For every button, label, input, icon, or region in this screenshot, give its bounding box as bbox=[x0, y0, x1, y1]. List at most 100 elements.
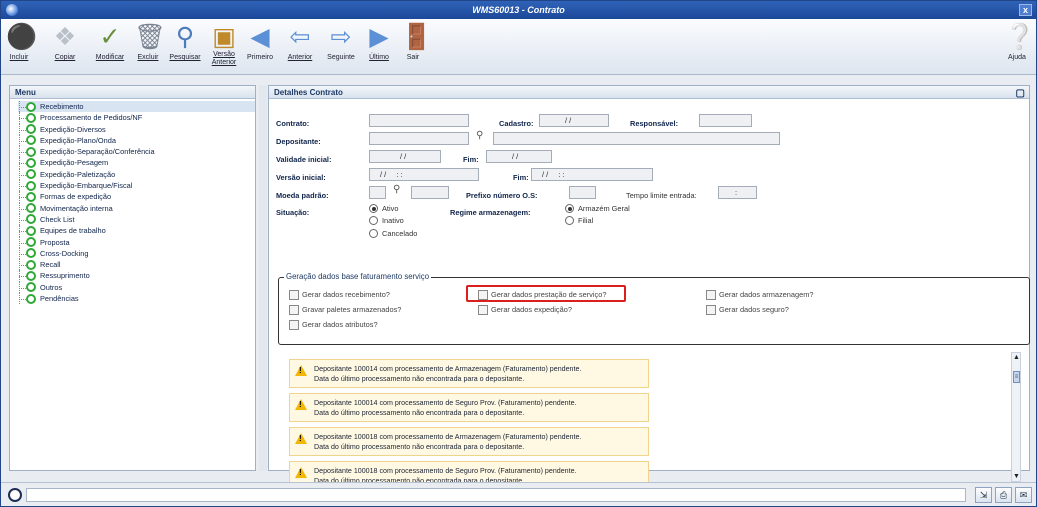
menu-panel: Menu Recebimento Processamento de Pedidos… bbox=[9, 85, 256, 471]
scroll-up-icon[interactable]: ▲ bbox=[1013, 354, 1020, 361]
first-icon: ◀ bbox=[250, 23, 270, 51]
message-list: Depositante 100014 com processamento de … bbox=[289, 359, 649, 485]
details-panel: Detalhes Contrato ▢ Contrato: Cadastro: … bbox=[268, 85, 1030, 485]
menu-item[interactable]: Proposta bbox=[18, 236, 255, 248]
validade-input[interactable]: / / bbox=[369, 150, 441, 163]
status-message-icon[interactable]: ✉ bbox=[1015, 487, 1032, 503]
tree-branch bbox=[19, 140, 26, 142]
status-circle-icon[interactable] bbox=[8, 488, 22, 502]
tempo-input[interactable]: : bbox=[718, 186, 757, 199]
menu-item-label: Proposta bbox=[40, 237, 70, 247]
menu-item[interactable]: Cross-Docking bbox=[18, 247, 255, 260]
menu-bullet-icon bbox=[26, 293, 36, 304]
moeda-lookup-icon[interactable]: ⚲ bbox=[393, 184, 400, 195]
menu-item[interactable]: Recebimento bbox=[18, 101, 255, 113]
title-bar: WMS60013 - Contrato x bbox=[1, 1, 1036, 19]
situacao-ativo-radio[interactable]: Ativo bbox=[369, 204, 398, 214]
menu-item[interactable]: Outros bbox=[18, 281, 255, 294]
previous-version-button[interactable]: ▣ Versão Anterior bbox=[208, 23, 240, 73]
previous-button[interactable]: ⇦ Anterior bbox=[283, 23, 317, 73]
search-button[interactable]: ⚲ Pesquisar bbox=[166, 23, 204, 73]
gravar-paletes-checkbox[interactable]: Gravar paletes armazenados? bbox=[289, 305, 401, 315]
depositante-code-input[interactable] bbox=[369, 132, 469, 145]
menu-bullet-icon bbox=[26, 237, 36, 248]
application-window: WMS60013 - Contrato x ⚫ Incluir ❖ Copiar… bbox=[0, 0, 1037, 507]
menu-item[interactable]: Movimentação interna bbox=[18, 202, 255, 214]
menu-bullet-icon bbox=[26, 124, 36, 135]
menu-item[interactable]: Expedição-Separação/Conferência bbox=[18, 146, 255, 158]
add-icon: ⚫ bbox=[6, 23, 38, 51]
menu-bullet-icon bbox=[26, 259, 36, 270]
moeda-code-input[interactable] bbox=[369, 186, 386, 199]
responsavel-input[interactable] bbox=[699, 114, 752, 127]
situacao-inativo-radio[interactable]: Inativo bbox=[369, 216, 404, 226]
gerar-seguro-checkbox[interactable]: Gerar dados seguro? bbox=[706, 305, 789, 315]
status-tool-icon[interactable]: ⇲ bbox=[975, 487, 992, 503]
status-print-icon[interactable]: ⎙ bbox=[995, 487, 1012, 503]
menu-item[interactable]: Expedição-Paletização bbox=[18, 168, 255, 181]
gerar-armazenagem-checkbox[interactable]: Gerar dados armazenagem? bbox=[706, 290, 814, 300]
moeda-desc-input[interactable] bbox=[411, 186, 449, 199]
help-button[interactable]: ❔ Ajuda bbox=[1004, 23, 1035, 73]
versao-label: Versão inicial: bbox=[276, 173, 326, 182]
versao-input[interactable]: / / : : bbox=[369, 168, 479, 181]
next-button[interactable]: ⇨ Seguinte bbox=[323, 23, 359, 73]
warning-message: Depositante 100014 com processamento de … bbox=[289, 393, 649, 422]
menu-item[interactable]: Expedição-Plano/Onda bbox=[18, 134, 255, 147]
menu-item[interactable]: Pendências bbox=[18, 293, 255, 305]
menu-title: Menu bbox=[15, 88, 36, 97]
depositante-name-input[interactable] bbox=[493, 132, 780, 145]
include-button[interactable]: ⚫ Incluir bbox=[6, 23, 38, 73]
menu-item[interactable]: Expedição-Embarque/Fiscal bbox=[18, 180, 255, 192]
menu-item-label: Expedição-Pesagem bbox=[40, 158, 109, 168]
menu-item-label: Outros bbox=[40, 282, 63, 292]
regime-filial-radio[interactable]: Filial bbox=[565, 216, 593, 226]
cadastro-input[interactable]: / / bbox=[539, 114, 609, 127]
menu-item[interactable]: Check List bbox=[18, 213, 255, 226]
delete-button[interactable]: 🗑 Excluir bbox=[133, 23, 166, 73]
menu-item[interactable]: Processamento de Pedidos/NF bbox=[18, 112, 255, 124]
highlight-box bbox=[466, 285, 626, 302]
gerar-recebimento-checkbox[interactable]: Gerar dados recebimento? bbox=[289, 290, 390, 300]
gerar-atributos-checkbox[interactable]: Gerar dados atributos? bbox=[289, 320, 378, 330]
menu-item[interactable]: Expedição-Pesagem bbox=[18, 157, 255, 169]
edit-icon: ✓ bbox=[99, 23, 121, 51]
fim-input[interactable]: / / bbox=[486, 150, 552, 163]
close-button[interactable]: x bbox=[1019, 4, 1032, 16]
details-header: Detalhes Contrato ▢ bbox=[269, 86, 1029, 99]
menu-item-label: Expedição-Diversos bbox=[40, 124, 106, 134]
maximize-icon[interactable]: ▢ bbox=[1016, 87, 1025, 100]
previous-icon: ⇦ bbox=[289, 23, 311, 51]
scroll-thumb[interactable]: ≡ bbox=[1013, 371, 1020, 383]
tree-branch bbox=[19, 152, 26, 154]
menu-item[interactable]: Recall bbox=[18, 259, 255, 271]
gerar-expedicao-checkbox[interactable]: Gerar dados expedição? bbox=[478, 305, 572, 315]
first-button[interactable]: ◀ Primeiro bbox=[245, 23, 275, 73]
modify-button[interactable]: ✓ Modificar bbox=[89, 23, 131, 73]
messages-scrollbar[interactable]: ▲ ≡ ▼ bbox=[1011, 352, 1021, 482]
copy-button[interactable]: ❖ Copiar bbox=[46, 23, 84, 73]
menu-item-label: Equipes de trabalho bbox=[40, 226, 106, 236]
panel-splitter[interactable] bbox=[259, 85, 267, 471]
menu-item-label: Expedição-Paletização bbox=[40, 169, 116, 179]
versao-fim-input[interactable]: / / : : bbox=[531, 168, 653, 181]
menu-item[interactable]: Equipes de trabalho bbox=[18, 225, 255, 237]
contrato-input[interactable] bbox=[369, 114, 469, 127]
exit-button[interactable]: 🚪 Sair bbox=[401, 23, 432, 73]
prefixo-input[interactable] bbox=[569, 186, 596, 199]
menu-item[interactable]: Formas de expedição bbox=[18, 191, 255, 203]
menu-bullet-icon bbox=[26, 225, 36, 236]
menu-item-label: Cross-Docking bbox=[40, 248, 89, 258]
menu-item[interactable]: Ressuprimento bbox=[18, 270, 255, 282]
tree-branch bbox=[19, 118, 26, 120]
last-button[interactable]: ▶ Último bbox=[365, 23, 393, 73]
situacao-cancelado-radio[interactable]: Cancelado bbox=[369, 229, 417, 239]
message-line: Depositante 100018 com processamento de … bbox=[314, 467, 577, 475]
window-title: WMS60013 - Contrato bbox=[472, 5, 565, 15]
scroll-down-icon[interactable]: ▼ bbox=[1013, 473, 1020, 480]
lookup-icon[interactable]: ⚲ bbox=[476, 130, 483, 141]
menu-item-label: Ressuprimento bbox=[40, 271, 90, 281]
app-icon[interactable] bbox=[6, 4, 18, 16]
regime-armazem-radio[interactable]: Armazém Geral bbox=[565, 204, 630, 214]
menu-item[interactable]: Expedição-Diversos bbox=[18, 123, 255, 135]
